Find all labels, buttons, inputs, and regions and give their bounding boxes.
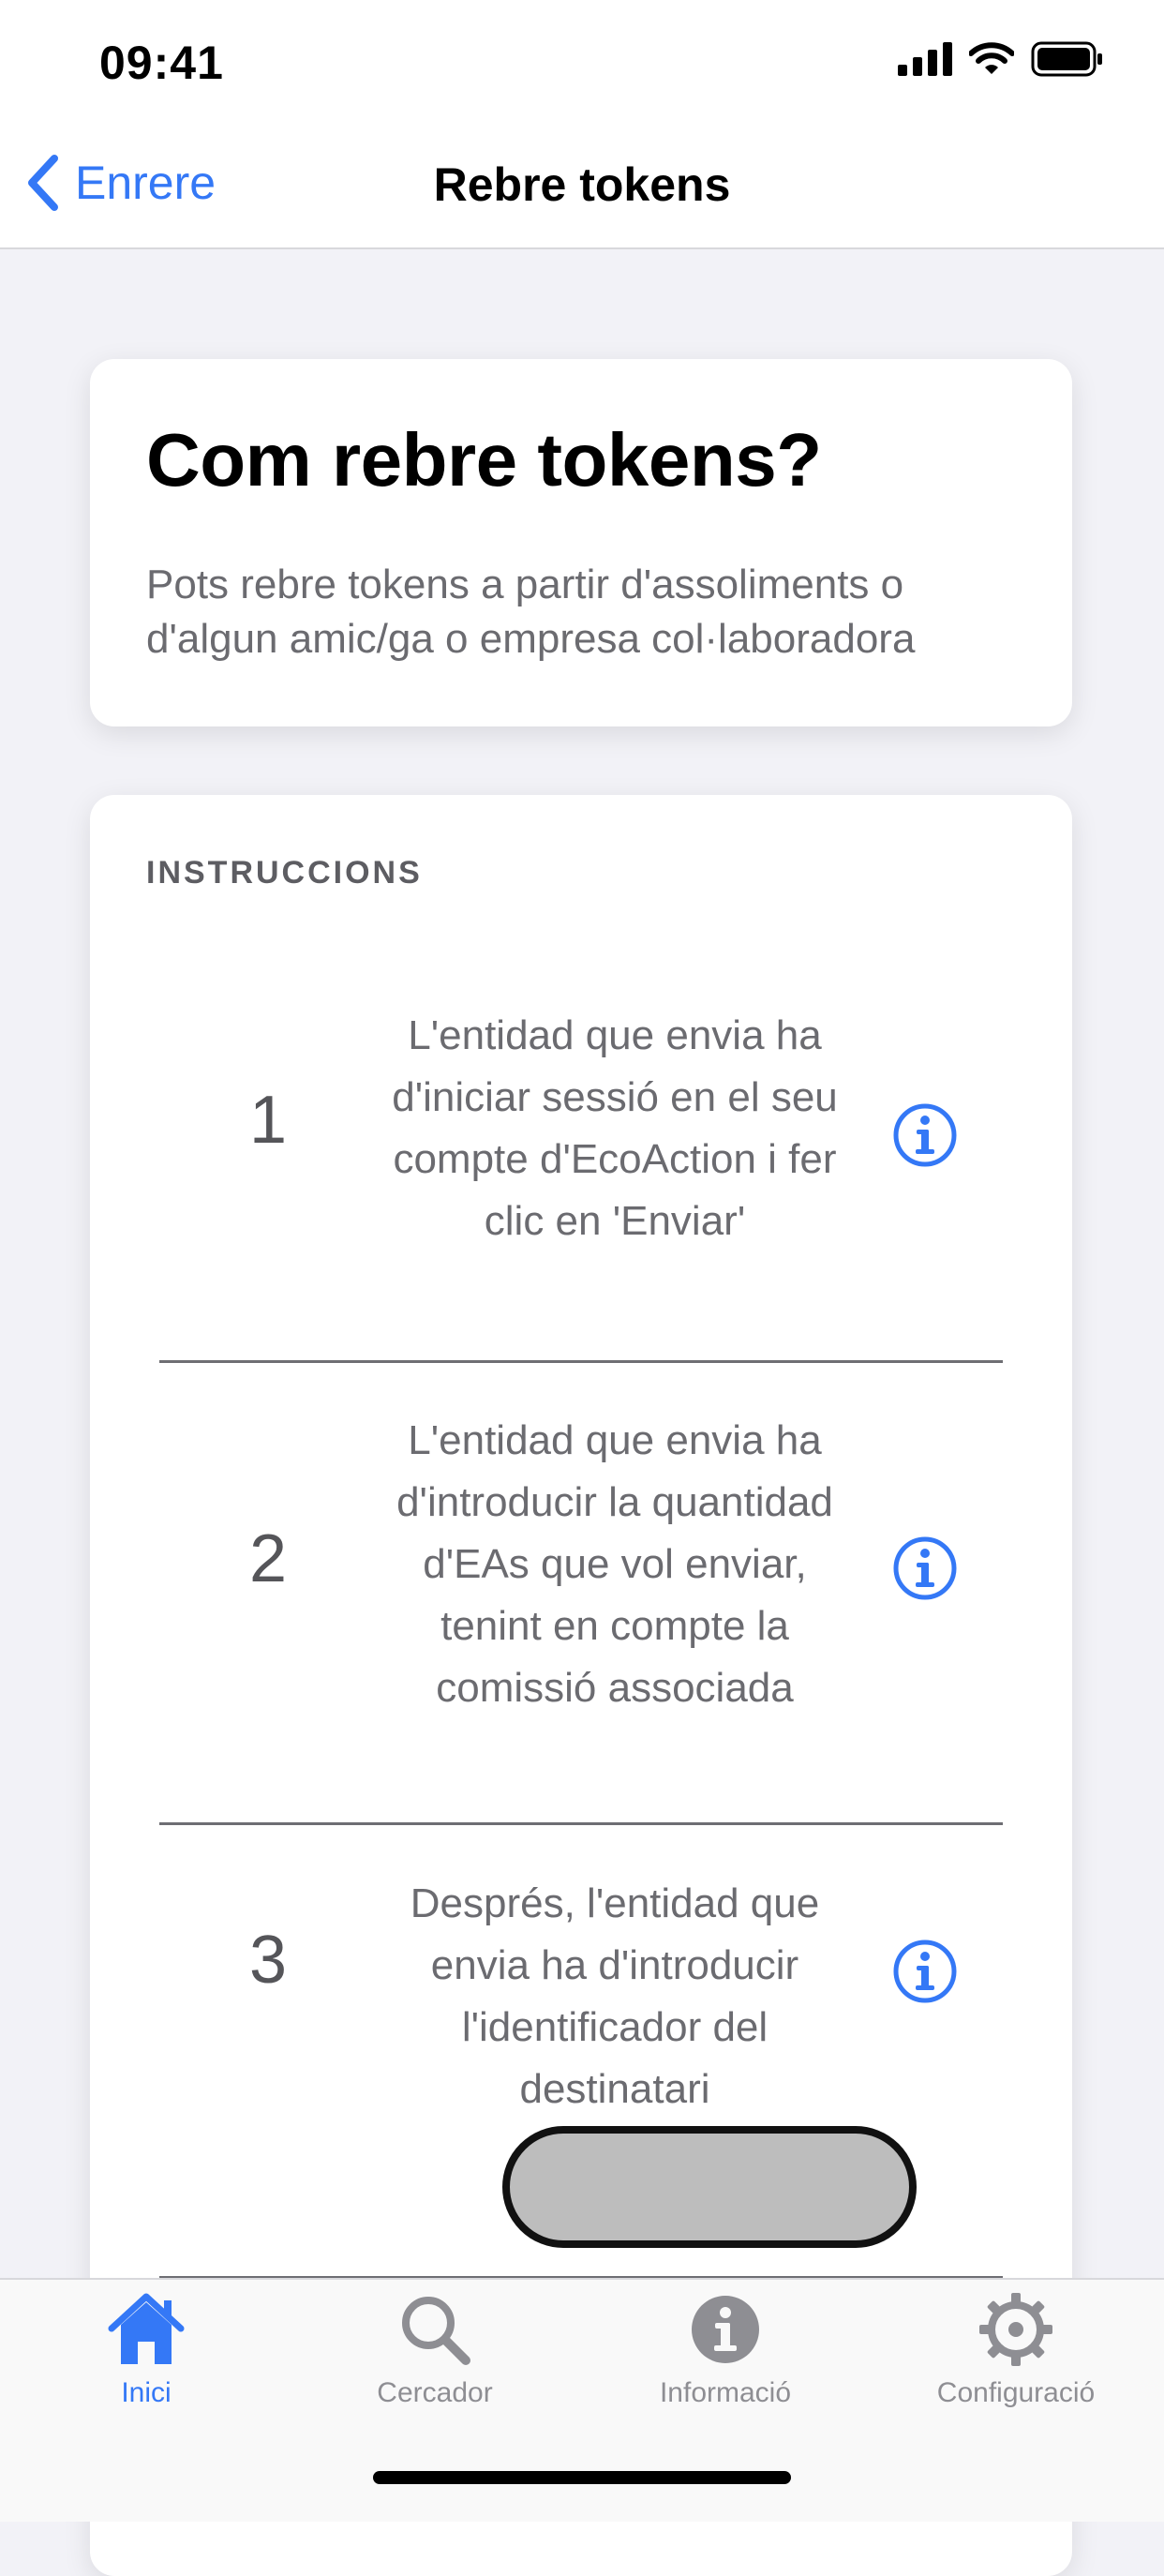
tab-label: Configuració [936,2377,1096,2408]
navigation-bar: Enrere Rebre tokens [0,122,1164,249]
tab-inici[interactable]: Inici [34,2289,259,2409]
divider [159,1360,1003,1363]
gear-icon [979,2293,1052,2366]
recipient-id-field[interactable] [502,2126,917,2248]
step-text: Després, l'entidad que envia ha d'introd… [410,1880,820,2112]
status-bar: 09:41 [0,0,1164,122]
tab-informacio[interactable]: Informació [613,2289,838,2409]
house-icon [108,2293,185,2364]
cellular-signal-icon [898,42,952,76]
tab-configuracio[interactable]: Configuració [903,2289,1128,2409]
tab-label: Cercador [377,2377,493,2408]
tab-bar: Inici Cercador Informació Configuració [0,2278,1164,2522]
wifi-icon [969,42,1014,74]
intro-title: Com rebre tokens? [146,418,822,502]
tab-label: Informació [659,2377,792,2408]
step-number: 2 [248,1521,288,1596]
step-text: L'entidad que envia ha d'iniciar sessió … [392,1012,838,1244]
step-number: 1 [248,1083,288,1158]
tab-label: Inici [121,2377,172,2408]
info-icon[interactable] [892,1102,958,1168]
search-icon [402,2297,470,2365]
battery-icon [1031,41,1102,77]
status-time: 09:41 [99,37,224,89]
instruction-step: 3 Després, l'entidad que envia ha d'intr… [159,1873,1003,2126]
status-icons [898,41,1104,77]
info-icon[interactable] [892,1939,958,2004]
divider [159,1822,1003,1825]
info-icon [692,2296,759,2363]
page-title: Rebre tokens [433,158,731,211]
instruction-step: 2 L'entidad que envia ha d'introducir la… [159,1410,1003,1785]
tab-cercador[interactable]: Cercador [322,2289,547,2409]
intro-card: Com rebre tokens? Pots rebre tokens a pa… [90,359,1072,726]
instruction-step: 1 L'entidad que envia ha d'iniciar sessi… [159,1005,1003,1258]
home-indicator [373,2471,791,2484]
step-number: 3 [248,1923,288,1998]
section-label: INSTRUCCIONS [146,855,423,891]
info-icon[interactable] [892,1535,958,1601]
intro-description: Pots rebre tokens a partir d'assoliments… [146,562,916,662]
step-text: L'entidad que envia ha d'introducir la q… [396,1417,833,1711]
